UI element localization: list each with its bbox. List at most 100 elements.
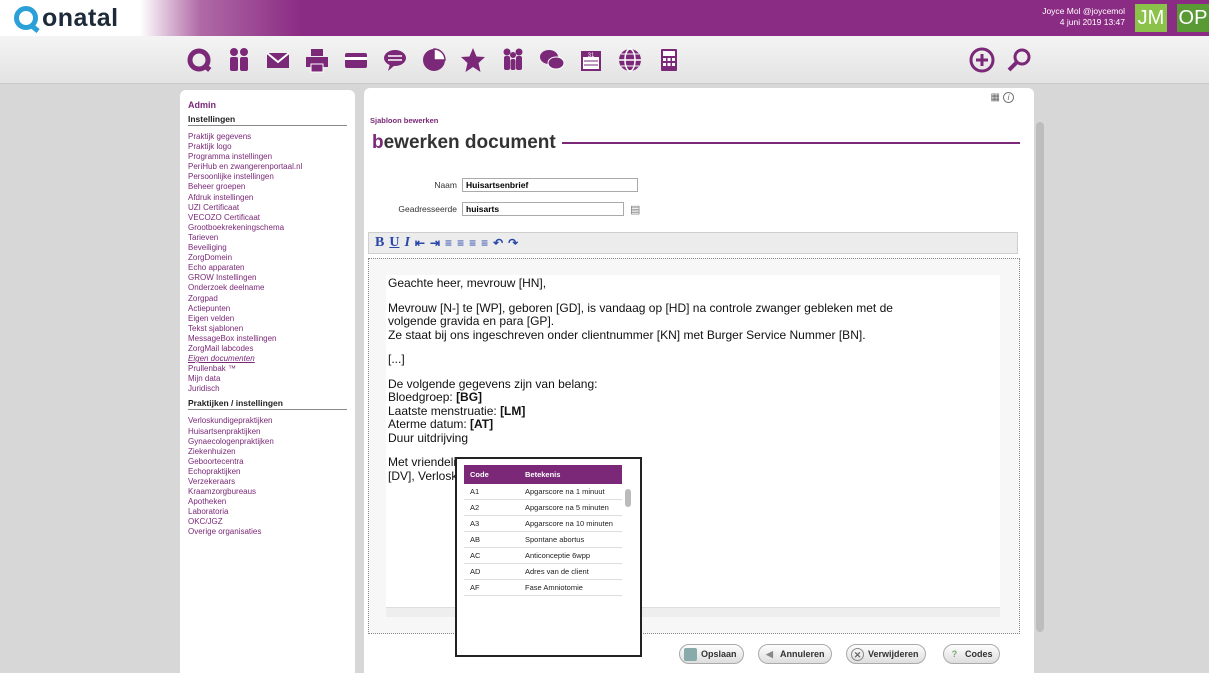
naam-row: Naam — [368, 178, 638, 192]
sidebar-list-praktijken: Verloskundigepraktijken Huisartsenpraktij… — [188, 416, 347, 537]
panel-vertical-scrollbar[interactable] — [1036, 122, 1044, 632]
card-icon[interactable] — [340, 44, 372, 76]
code-description-cell: Apgarscore na 5 minuten — [519, 499, 622, 516]
sidebar-item-2-7[interactable]: Kraamzorgbureaus — [188, 487, 347, 497]
sidebar-item-2-4[interactable]: Geboortecentra — [188, 457, 347, 467]
sidebar-item-1-8[interactable]: VECOZO Certificaat — [188, 213, 347, 223]
code-row[interactable]: AD Adres van de client — [464, 563, 622, 580]
code-row[interactable]: A3 Apgarscore na 10 minuten — [464, 515, 622, 532]
star-icon[interactable] — [457, 44, 489, 76]
sidebar-item-1-9[interactable]: Grootboekrekeningschema — [188, 223, 347, 233]
avatar-op[interactable]: OP — [1177, 4, 1209, 32]
align-left-icon[interactable]: ≡ — [445, 236, 452, 250]
sidebar-item-2-9[interactable]: Laboratoria — [188, 507, 347, 517]
sidebar-item-1-18[interactable]: Eigen velden — [188, 314, 347, 324]
info-icon[interactable]: i — [1003, 92, 1014, 103]
sidebar-item-1-5[interactable]: Beheer groepen — [188, 182, 347, 192]
sidebar-item-1-11[interactable]: Beveiliging — [188, 243, 347, 253]
code-row[interactable]: AF Fase Amniotomie — [464, 579, 622, 596]
sidebar-item-1-17[interactable]: Actiepunten — [188, 304, 347, 314]
sidebar-item-1-19[interactable]: Tekst sjablonen — [188, 324, 347, 334]
sidebar-item-1-20[interactable]: MessageBox instellingen — [188, 334, 347, 344]
messages-icon[interactable] — [536, 44, 568, 76]
save-button[interactable]: Opslaan — [679, 644, 744, 664]
underline-icon[interactable]: U — [389, 235, 399, 251]
sidebar-item-2-8[interactable]: Apotheken — [188, 497, 347, 507]
sidebar-item-2-11[interactable]: Overige organisaties — [188, 527, 347, 537]
code-row[interactable]: A1 Apgarscore na 1 minuut — [464, 484, 622, 500]
italic-icon[interactable]: I — [404, 235, 409, 251]
code-row[interactable]: AB Spontane abortus — [464, 531, 622, 548]
address-book-icon[interactable]: ▤ — [630, 203, 640, 216]
sidebar-item-1-12[interactable]: ZorgDomein — [188, 253, 347, 263]
sidebar-item-2-3[interactable]: Ziekenhuizen — [188, 447, 347, 457]
sidebar-admin-title: Admin — [188, 100, 216, 110]
editor-line: Mevrouw [N-] te [WP], geboren [GD], is v… — [388, 300, 893, 315]
sidebar-item-1-15[interactable]: Onderzoek deelname — [188, 283, 347, 293]
back-arrow-icon: ◀ — [766, 648, 773, 659]
sidebar-item-1-22[interactable]: Eigen documenten — [188, 354, 347, 364]
sidebar-item-1-2[interactable]: Programma instellingen — [188, 152, 347, 162]
pie-chart-icon[interactable] — [418, 44, 450, 76]
codes-scrollbar[interactable] — [625, 489, 631, 507]
mail-icon[interactable] — [262, 44, 294, 76]
code-description-cell: Fase Amniotomie — [519, 579, 622, 596]
delete-x-icon: ✕ — [851, 647, 864, 661]
calculator-icon[interactable] — [653, 44, 685, 76]
undo-icon[interactable]: ↶ — [493, 236, 503, 250]
outdent-icon[interactable]: ⇤ — [415, 236, 425, 250]
group-icon[interactable] — [497, 44, 529, 76]
add-icon[interactable] — [966, 44, 998, 76]
redo-icon[interactable]: ↷ — [508, 236, 518, 250]
people-icon[interactable] — [223, 44, 255, 76]
logo-text: onatal — [42, 3, 119, 32]
sidebar-item-1-16[interactable]: Zorgpad — [188, 294, 347, 304]
calendar-icon[interactable]: 31 — [575, 44, 607, 76]
chat-icon[interactable] — [379, 44, 411, 76]
bold-icon[interactable]: B — [375, 235, 384, 251]
print-icon[interactable] — [301, 44, 333, 76]
align-center-icon[interactable]: ≡ — [457, 236, 464, 250]
sidebar-item-1-3[interactable]: PeriHub en zwangerenportaal.nl — [188, 162, 347, 172]
sidebar-item-2-2[interactable]: Gynaecologenpraktijken — [188, 437, 347, 447]
sidebar-item-1-24[interactable]: Mijn data — [188, 374, 347, 384]
editor-line: Geachte heer, mevrouw [HN], — [388, 276, 547, 290]
search-icon[interactable] — [1003, 44, 1035, 76]
cancel-button[interactable]: ◀ Annuleren — [758, 644, 832, 664]
sidebar-item-2-1[interactable]: Huisartsenpraktijken — [188, 427, 347, 437]
indent-icon[interactable]: ⇥ — [430, 236, 440, 250]
sidebar-item-1-1[interactable]: Praktijk logo — [188, 142, 347, 152]
app-logo[interactable]: onatal — [14, 3, 119, 33]
floppy-icon — [684, 647, 697, 661]
sidebar-item-1-23[interactable]: Prullenbak ™ — [188, 364, 347, 374]
code-description-cell: Apgarscore na 10 minuten — [519, 515, 622, 532]
sidebar-item-2-6[interactable]: Verzekeraars — [188, 477, 347, 487]
print-icon[interactable]: ▦ — [991, 92, 1000, 103]
home-q-icon[interactable] — [183, 44, 215, 76]
sidebar-item-1-14[interactable]: GROW Instellingen — [188, 273, 347, 283]
code-row[interactable]: A2 Apgarscore na 5 minuten — [464, 499, 622, 516]
sidebar-item-1-6[interactable]: Afdruk instellingen — [188, 193, 347, 203]
codes-button[interactable]: ? Codes — [943, 644, 1000, 664]
sidebar-item-1-10[interactable]: Tarieven — [188, 233, 347, 243]
justify-icon[interactable]: ≡ — [481, 236, 488, 250]
geadresseerde-field[interactable] — [462, 202, 624, 216]
code-row[interactable]: AC Anticonceptie 6wpp — [464, 547, 622, 564]
delete-button-label: Verwijderen — [868, 649, 919, 659]
delete-button[interactable]: ✕ Verwijderen — [846, 644, 926, 664]
sidebar-item-1-0[interactable]: Praktijk gegevens — [188, 132, 347, 142]
sidebar-item-1-7[interactable]: UZI Certificaat — [188, 203, 347, 213]
sidebar-item-1-25[interactable]: Juridisch — [188, 384, 347, 394]
sidebar-item-1-13[interactable]: Echo apparaten — [188, 263, 347, 273]
avatar-jm[interactable]: JM — [1135, 4, 1167, 32]
sidebar-item-1-21[interactable]: ZorgMail labcodes — [188, 344, 347, 354]
sidebar-item-1-4[interactable]: Persoonlijke instellingen — [188, 172, 347, 182]
align-right-icon[interactable]: ≡ — [469, 236, 476, 250]
panel-actions: ▦ i — [991, 92, 1014, 103]
sidebar-item-2-0[interactable]: Verloskundigepraktijken — [188, 416, 347, 426]
editor-line: Bloedgroep: [BG] — [388, 390, 998, 405]
globe-icon[interactable] — [614, 44, 646, 76]
sidebar-item-2-5[interactable]: Echopraktijken — [188, 467, 347, 477]
naam-field[interactable] — [462, 178, 638, 192]
sidebar-item-2-10[interactable]: OKC/JGZ — [188, 517, 347, 527]
